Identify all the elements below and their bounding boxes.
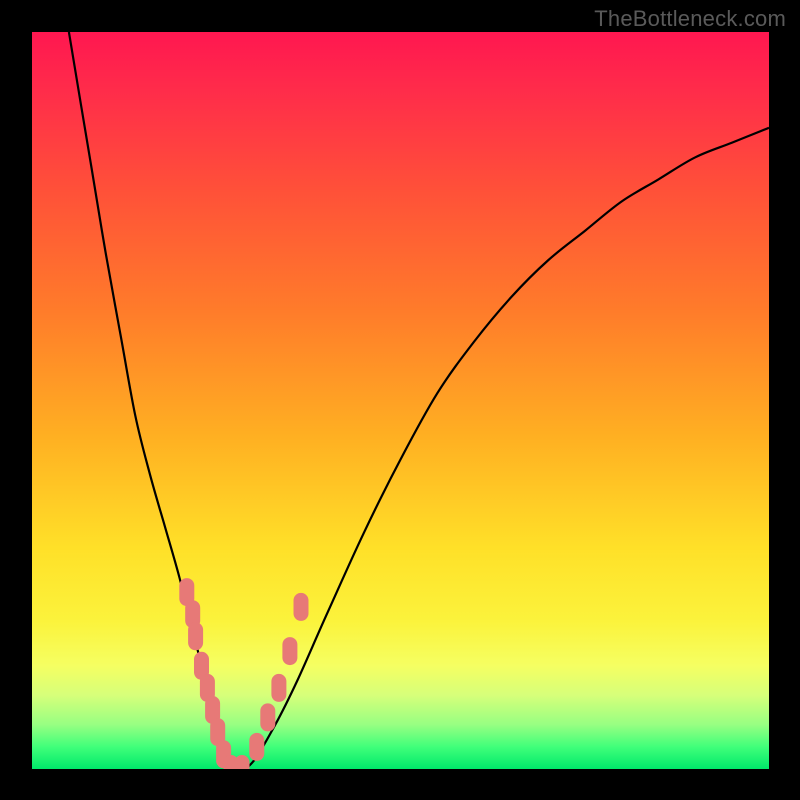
marker-left-cluster bbox=[188, 622, 203, 650]
marker-right-cluster bbox=[260, 703, 275, 731]
marker-bottom bbox=[235, 755, 250, 769]
chart-frame: TheBottleneck.com bbox=[0, 0, 800, 800]
plot-area bbox=[32, 32, 769, 769]
marker-right-cluster bbox=[282, 637, 297, 665]
marker-right-cluster bbox=[294, 593, 309, 621]
marker-right-cluster bbox=[271, 674, 286, 702]
marker-right-cluster bbox=[249, 733, 264, 761]
bottleneck-curve bbox=[69, 32, 769, 769]
curve-layer bbox=[32, 32, 769, 769]
data-markers bbox=[179, 578, 308, 769]
watermark-text: TheBottleneck.com bbox=[594, 6, 786, 32]
